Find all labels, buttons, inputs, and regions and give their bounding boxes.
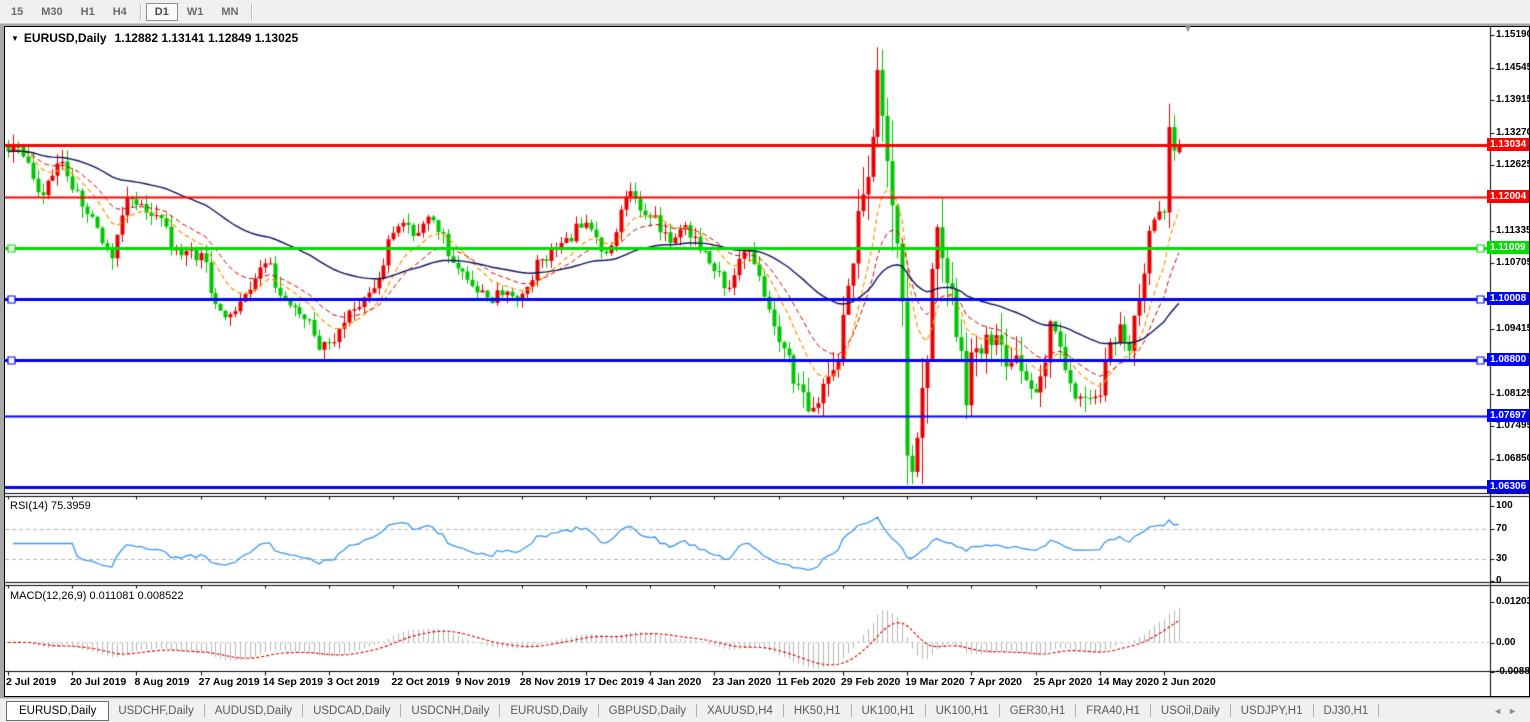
chart-tab[interactable]: XAUUSD,H4 — [698, 702, 782, 720]
date-tick-label: 29 Feb 2020 — [841, 676, 901, 688]
timeframe-button-d1[interactable]: D1 — [146, 3, 178, 21]
date-tick-label: 4 Jan 2020 — [648, 676, 701, 688]
macd-tick-label: 0.00 — [1496, 637, 1515, 649]
date-tick-label: 23 Jan 2020 — [712, 676, 771, 688]
date-tick-label: 25 Apr 2020 — [1034, 676, 1093, 688]
macd-tick-label: -0.00888 — [1496, 666, 1530, 678]
price-tick-label: 1.15190 — [1496, 29, 1530, 41]
tab-separator — [1075, 704, 1076, 717]
date-tick-label: 20 Jul 2019 — [70, 676, 126, 688]
chart-tab[interactable]: GER30,H1 — [1001, 702, 1075, 720]
chart-tab[interactable]: DJ30,H1 — [1315, 702, 1378, 720]
price-tick-label: 1.07495 — [1496, 420, 1530, 432]
chart-tab[interactable]: USOil,Daily — [1152, 702, 1229, 720]
date-tick-label: 19 Mar 2020 — [905, 676, 965, 688]
tab-separator — [999, 704, 1000, 717]
price-tick-label: 1.06850 — [1496, 453, 1530, 465]
macd-tick-label: 0.012031 — [1496, 596, 1530, 608]
chart-tab[interactable]: FRA40,H1 — [1077, 702, 1149, 720]
tab-scroll-nav: ◄► — [1490, 706, 1520, 716]
date-tick-label: 22 Oct 2019 — [391, 676, 449, 688]
tabs-scroll-right-icon[interactable]: ► — [1508, 706, 1517, 716]
tab-separator — [400, 704, 401, 717]
date-tick-label: 2 Jul 2019 — [6, 676, 56, 688]
chart-symbol-period: EURUSD,Daily — [24, 31, 107, 45]
tab-separator — [598, 704, 599, 717]
chart-tab[interactable]: UK100,H1 — [853, 702, 924, 720]
price-tick-label: 1.13270 — [1496, 127, 1530, 139]
tab-separator — [1378, 704, 1379, 717]
chart-tab[interactable]: EURUSD,Daily — [6, 701, 109, 721]
tab-separator — [696, 704, 697, 717]
date-tick-label: 7 Apr 2020 — [969, 676, 1022, 688]
price-line-badge: 1.07697 — [1487, 409, 1529, 422]
toolbar-separator — [251, 4, 253, 20]
tab-separator — [302, 704, 303, 717]
timeframe-button-m30[interactable]: M30 — [32, 3, 71, 21]
timeframe-button-mn[interactable]: MN — [212, 3, 247, 21]
rsi-indicator-label: RSI(14) 75.3959 — [10, 500, 91, 512]
chart-title: ▼ EURUSD,Daily 1.12882 1.13141 1.12849 1.1… — [11, 31, 298, 45]
price-tick-label: 1.13915 — [1496, 94, 1530, 106]
chart-tab[interactable]: GBPUSD,Daily — [600, 702, 695, 720]
tabs-scroll-left-icon[interactable]: ◄ — [1493, 706, 1502, 716]
tab-separator — [851, 704, 852, 717]
price-line-badge: 1.10008 — [1487, 292, 1529, 305]
price-line-badge: 1.11009 — [1487, 241, 1529, 254]
date-tick-label: 3 Oct 2019 — [327, 676, 380, 688]
date-tick-label: 17 Dec 2019 — [584, 676, 644, 688]
price-tick-label: 1.08125 — [1496, 388, 1530, 400]
tab-separator — [1230, 704, 1231, 717]
timeframe-button-h4[interactable]: H4 — [104, 3, 136, 21]
date-tick-label: 2 Jun 2020 — [1162, 676, 1216, 688]
price-line-badge: 1.08800 — [1487, 353, 1529, 366]
chart-tab[interactable]: UK100,H1 — [927, 702, 998, 720]
rsi-tick-label: 70 — [1496, 523, 1507, 535]
price-chart-canvas[interactable] — [5, 27, 1529, 696]
tab-separator — [925, 704, 926, 717]
tab-separator — [1150, 704, 1151, 717]
date-tick-label: 9 Nov 2019 — [456, 676, 511, 688]
price-line-badge: 1.13034 — [1487, 138, 1529, 151]
price-tick-label: 1.14545 — [1496, 62, 1530, 74]
chart-ohlc-values: 1.12882 1.13141 1.12849 1.13025 — [115, 31, 299, 45]
price-line-badge: 1.06306 — [1487, 480, 1529, 493]
toolbar-separator — [140, 4, 142, 20]
chart-tab[interactable]: USDCHF,Daily — [109, 702, 202, 720]
chart-tab[interactable]: USDJPY,H1 — [1232, 702, 1312, 720]
chart-tab-bar: EURUSD,DailyUSDCHF,DailyAUDUSD,DailyUSDC… — [0, 698, 1530, 722]
price-tick-label: 1.12625 — [1496, 159, 1530, 171]
rsi-tick-label: 30 — [1496, 553, 1507, 565]
chart-context-arrow-icon[interactable]: ▼ — [11, 34, 19, 43]
date-tick-label: 14 Sep 2019 — [263, 676, 323, 688]
date-tick-label: 28 Nov 2019 — [520, 676, 581, 688]
tab-separator — [499, 704, 500, 717]
price-line-badge: 1.12004 — [1487, 190, 1529, 203]
chart-window: ▼ EURUSD,Daily 1.12882 1.13141 1.12849 1.1… — [4, 26, 1530, 697]
price-tick-label: 1.11335 — [1496, 225, 1530, 237]
tab-separator — [783, 704, 784, 717]
date-tick-label: 14 May 2020 — [1098, 676, 1159, 688]
timeframe-button-h1[interactable]: H1 — [72, 3, 104, 21]
date-tick-label: 8 Aug 2019 — [134, 676, 189, 688]
rsi-tick-label: 0 — [1496, 575, 1502, 587]
chart-tab[interactable]: HK50,H1 — [785, 702, 850, 720]
macd-indicator-label: MACD(12,26,9) 0.011081 0.008522 — [10, 590, 183, 602]
timeframe-toolbar: 15M30H1H4 D1W1MN — [0, 0, 1530, 24]
chart-tab[interactable]: USDCNH,Daily — [402, 702, 498, 720]
chart-shift-marker-icon[interactable]: ▼ — [1183, 24, 1193, 35]
timeframe-button-w1[interactable]: W1 — [178, 3, 213, 21]
date-tick-label: 11 Feb 2020 — [777, 676, 836, 688]
timeframe-button-15[interactable]: 15 — [2, 3, 32, 21]
tab-separator — [204, 704, 205, 717]
chart-tab[interactable]: AUDUSD,Daily — [206, 702, 301, 720]
price-tick-label: 1.09415 — [1496, 323, 1530, 335]
price-tick-label: 1.10705 — [1496, 257, 1530, 269]
chart-tab[interactable]: EURUSD,Daily — [501, 702, 596, 720]
chart-tab[interactable]: USDCAD,Daily — [304, 702, 399, 720]
rsi-tick-label: 100 — [1496, 500, 1513, 512]
date-tick-label: 27 Aug 2019 — [199, 676, 260, 688]
tab-separator — [1313, 704, 1314, 717]
